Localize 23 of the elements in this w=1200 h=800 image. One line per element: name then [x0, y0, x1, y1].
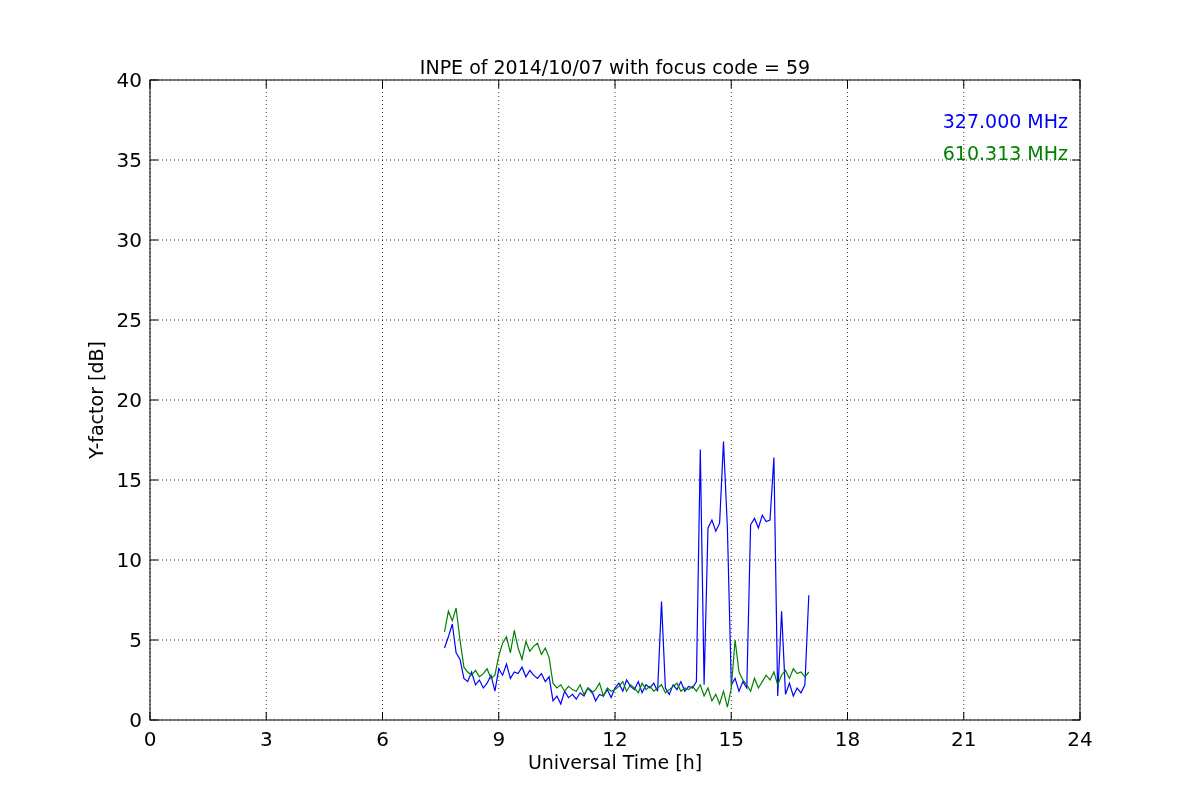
- y-tick-label: 35: [116, 148, 142, 172]
- y-tick-label: 15: [116, 468, 142, 492]
- x-tick-label: 24: [1067, 727, 1093, 751]
- y-tick-label: 10: [116, 548, 142, 572]
- y-tick-label: 20: [116, 388, 142, 412]
- chart-title: INPE of 2014/10/07 with focus code = 59: [419, 56, 811, 78]
- y-tick-label: 40: [116, 68, 142, 92]
- legend-label: 610.313 MHz: [942, 142, 1068, 164]
- x-axis-label: Universal Time [h]: [527, 751, 703, 773]
- x-tick-label: 9: [492, 727, 506, 751]
- y-tick-label: 0: [129, 708, 142, 732]
- x-tick-label: 3: [259, 727, 273, 751]
- x-tick-label: 6: [376, 727, 389, 751]
- legend-label: 327.000 MHz: [942, 110, 1068, 132]
- y-tick-label: 5: [129, 628, 142, 652]
- y-axis-label: Y-factor [dB]: [85, 341, 107, 459]
- x-tick-label: 12: [602, 727, 628, 751]
- x-tick-label: 15: [718, 727, 744, 751]
- y-tick-label: 25: [116, 308, 142, 332]
- x-tick-label: 18: [834, 727, 861, 751]
- x-tick-label: 21: [951, 727, 977, 751]
- x-tick-label: 0: [143, 727, 157, 751]
- y-tick-label: 30: [116, 228, 142, 252]
